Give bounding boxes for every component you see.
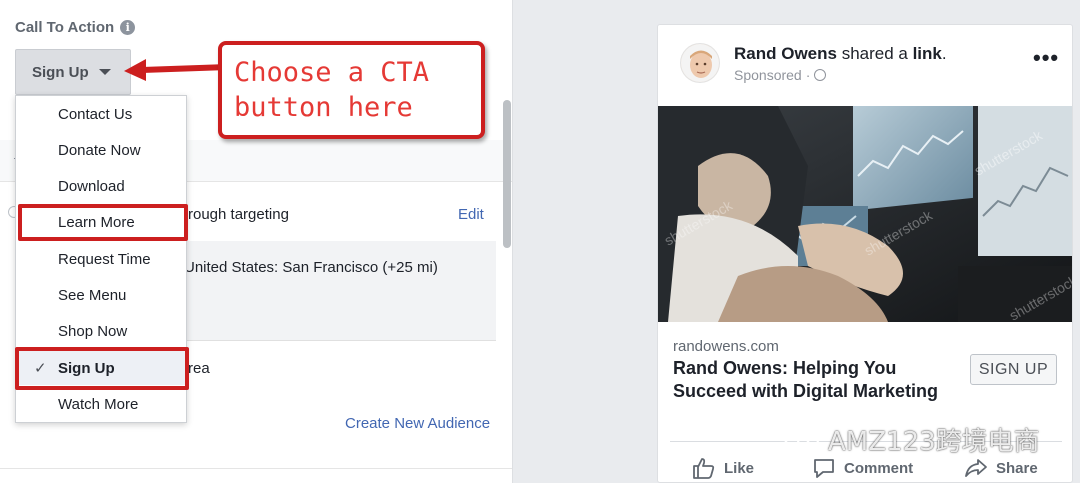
cta-heading: Call To Action i [15,19,136,36]
more-options-icon[interactable]: ••• [1033,45,1059,71]
page-name-link[interactable]: Rand Owens [734,44,837,63]
wechat-icon [783,427,820,452]
poster-line: Rand Owens shared a link. [734,44,947,64]
scrollbar-thumb[interactable] [503,100,511,248]
link-headline[interactable]: Rand Owens: Helping You Succeed with Dig… [673,357,953,403]
menu-item-watch-more[interactable]: Watch More [16,387,186,421]
menu-item-see-menu[interactable]: See Menu [16,278,186,312]
amz123-watermark: AMZ123跨境电商 [782,421,1040,458]
learn-more-highlight [18,204,188,241]
menu-item-label: Watch More [58,395,139,413]
caret-down-icon [98,69,111,75]
cta-heading-label: Call To Action [15,19,115,36]
share-icon [965,459,987,477]
sponsored-separator: · [805,67,811,83]
menu-item-label: Donate Now [58,141,141,159]
annotation-text: Choose a CTA button here [234,57,430,123]
like-label: Like [724,459,755,477]
link-domain: randowens.com [673,338,779,355]
menu-item-download[interactable]: Download [16,169,186,203]
like-button[interactable]: Like [692,457,754,479]
menu-item-label: Contact Us [58,105,133,123]
info-icon[interactable]: i [120,20,136,35]
share-button[interactable]: Share [964,457,1038,479]
ad-preview-card: Rand Owens shared a link. Sponsored · ••… [657,24,1073,483]
avatar[interactable] [680,43,720,83]
shared-text: shared a [836,44,913,63]
location-text: United States: San Francisco (+25 mi) [184,259,438,276]
period: . [941,44,947,63]
link-word[interactable]: link [913,44,942,63]
sponsored-line: Sponsored · [734,67,827,83]
menu-item-request-time[interactable]: Request Time [16,242,186,276]
sponsored-label: Sponsored [734,67,802,83]
watermark-text: AMZ123跨境电商 [828,427,1040,457]
menu-item-label: Shop Now [58,322,128,340]
comment-icon [814,459,834,478]
cta-select-button[interactable]: Sign Up [15,49,131,95]
comment-button[interactable]: Comment [812,457,913,479]
globe-icon [814,69,827,81]
menu-item-label: See Menu [58,286,127,304]
share-label: Share [996,459,1038,477]
section-divider [0,468,512,469]
cta-selected-value: Sign Up [32,63,89,81]
menu-item-contact-us[interactable]: Contact Us [16,97,186,131]
menu-item-donate-now[interactable]: Donate Now [16,133,186,167]
ad-editor-panel: Call To Action i Sign Up rough targeting… [0,0,513,483]
area-text: rea [188,360,210,377]
targeting-text: rough targeting [188,206,289,223]
sign-up-cta-button[interactable]: SIGN UP [970,354,1057,385]
menu-item-shop-now[interactable]: Shop Now [16,314,186,348]
annotation-callout: Choose a CTA button here [218,41,485,139]
annotation-arrow-icon [124,59,229,81]
ad-image[interactable]: shutterstock shutterstock shutterstock s… [658,106,1072,322]
menu-item-label: Request Time [58,250,151,268]
thumbs-up-icon [693,458,715,479]
create-new-audience-link[interactable]: Create New Audience [345,415,490,432]
comment-label: Comment [844,459,914,477]
sign-up-highlight [15,347,189,390]
menu-item-label: Download [58,177,125,195]
edit-link[interactable]: Edit [458,206,484,223]
